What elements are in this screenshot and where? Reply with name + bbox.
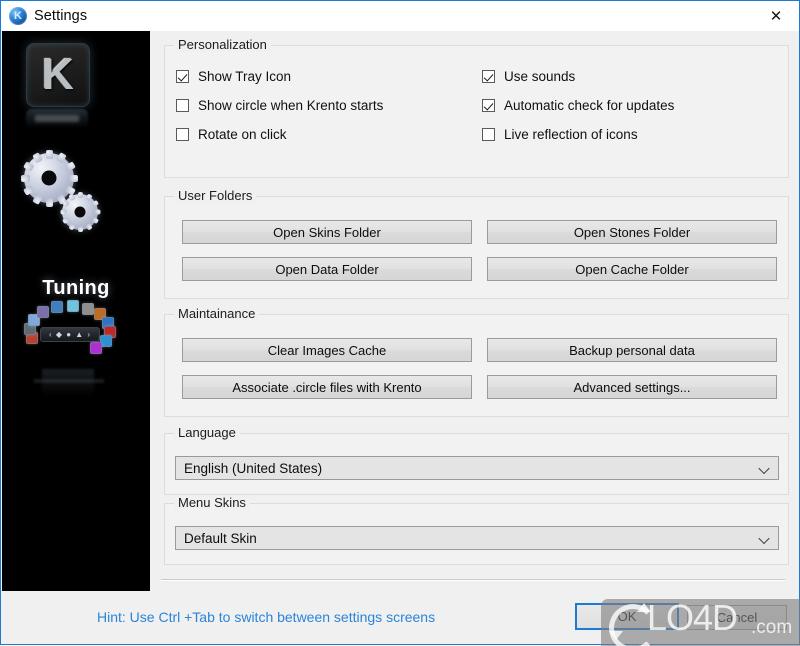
checkbox-box-icon <box>482 70 495 83</box>
circle-widget-node <box>66 300 79 313</box>
language-select-value: English (United States) <box>184 460 323 476</box>
hint-text: Hint: Use Ctrl +Tab to switch between se… <box>97 609 436 625</box>
group-language-legend: Language <box>174 425 240 440</box>
checkbox-box-icon <box>482 128 495 141</box>
settings-window: K Settings ✕ K Tuning ‹ ◆ ● ▲ › Personal… <box>0 0 800 646</box>
circle-widget-node <box>37 306 50 319</box>
group-maintainance-legend: Maintainance <box>174 306 260 321</box>
chevron-down-icon <box>760 534 769 543</box>
app-icon-letter: K <box>14 10 22 22</box>
group-menu-skins-legend: Menu Skins <box>174 495 250 510</box>
checkbox-box-icon <box>176 128 189 141</box>
sidebar-caption: Tuning <box>42 277 110 299</box>
circle-widget-reflection <box>42 369 94 399</box>
checkbox-label: Use sounds <box>504 69 576 84</box>
krento-circle-widget: ‹ ◆ ● ▲ › <box>18 300 120 363</box>
circle-widget-node <box>81 302 94 315</box>
checkbox-rotate-on-click[interactable]: Rotate on click <box>176 127 287 142</box>
group-menu-skins: Menu Skins Default Skin <box>164 495 789 565</box>
chevron-down-icon <box>760 464 769 473</box>
checkbox-live-reflection-of-icons[interactable]: Live reflection of icons <box>482 127 638 142</box>
title-bar: K Settings ✕ <box>1 1 799 31</box>
checkbox-box-icon <box>176 70 189 83</box>
gear-small-teeth <box>60 192 100 232</box>
backup-personal-data-button[interactable]: Backup personal data <box>487 338 777 362</box>
krento-logo-reflection <box>26 109 88 131</box>
clear-images-cache-button[interactable]: Clear Images Cache <box>182 338 472 362</box>
advanced-settings-button[interactable]: Advanced settings... <box>487 375 777 399</box>
open-data-folder-button[interactable]: Open Data Folder <box>182 257 472 281</box>
open-cache-folder-button[interactable]: Open Cache Folder <box>487 257 777 281</box>
checkbox-label: Show circle when Krento starts <box>198 98 384 113</box>
krento-logo-letter: K <box>42 50 74 99</box>
settings-content: Personalization Show Tray Icon Show circ… <box>150 31 798 591</box>
circle-widget-node <box>50 301 63 314</box>
group-user-folders-legend: User Folders <box>174 188 257 203</box>
group-personalization-legend: Personalization <box>174 37 271 52</box>
checkbox-show-tray-icon[interactable]: Show Tray Icon <box>176 69 291 84</box>
sidebar-preview: K Tuning ‹ ◆ ● ▲ › <box>2 31 150 591</box>
checkbox-show-circle-when-krento-starts[interactable]: Show circle when Krento starts <box>176 98 383 113</box>
close-icon[interactable]: ✕ <box>753 1 799 30</box>
checkbox-label: Rotate on click <box>198 127 287 142</box>
footer-separator <box>161 579 785 581</box>
checkbox-automatic-check-for-updates[interactable]: Automatic check for updates <box>482 98 674 113</box>
open-stones-folder-button[interactable]: Open Stones Folder <box>487 220 777 244</box>
circle-widget-reflection-line <box>34 379 104 383</box>
menu-skins-select-value: Default Skin <box>184 530 257 546</box>
gear-small-icon <box>60 192 100 232</box>
circle-widget-node <box>89 342 102 355</box>
group-personalization: Personalization Show Tray Icon Show circ… <box>164 37 789 178</box>
checkbox-label: Automatic check for updates <box>504 98 675 113</box>
cancel-button[interactable]: Cancel <box>687 605 787 630</box>
krento-logo-tile: K <box>26 43 90 107</box>
group-maintainance: Maintainance Clear Images Cache Backup p… <box>164 306 789 417</box>
group-language: Language English (United States) <box>164 425 789 495</box>
language-select[interactable]: English (United States) <box>175 456 779 480</box>
group-user-folders: User Folders Open Skins Folder Open Ston… <box>164 188 789 299</box>
checkbox-label: Show Tray Icon <box>198 69 292 84</box>
checkbox-label: Live reflection of icons <box>504 127 638 142</box>
window-title: Settings <box>34 8 88 24</box>
menu-skins-select[interactable]: Default Skin <box>175 526 779 550</box>
open-skins-folder-button[interactable]: Open Skins Folder <box>182 220 472 244</box>
checkbox-box-icon <box>176 99 189 112</box>
checkbox-box-icon <box>482 99 495 112</box>
krento-app-icon: K <box>9 7 27 25</box>
associate-circle-files-button[interactable]: Associate .circle files with Krento <box>182 375 472 399</box>
ok-button[interactable]: OK <box>575 603 679 630</box>
circle-widget-bar: ‹ ◆ ● ▲ › <box>40 327 100 342</box>
checkbox-use-sounds[interactable]: Use sounds <box>482 69 575 84</box>
